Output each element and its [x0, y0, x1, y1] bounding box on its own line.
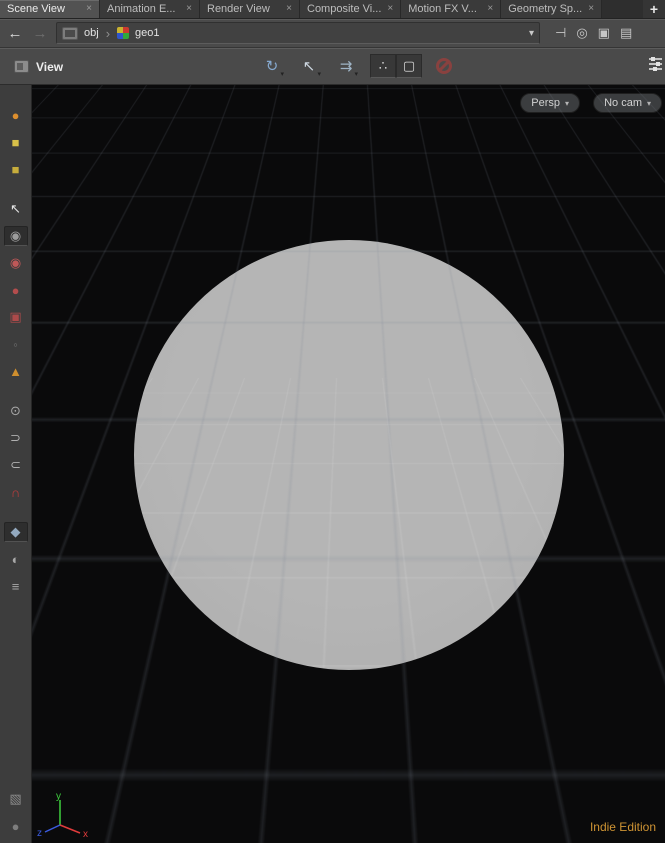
select-arrow-icon[interactable]: ↖ [4, 199, 28, 219]
sphere-geometry[interactable] [134, 240, 564, 670]
viewport-tool-strip: ● ■ ■ ↖ ◉ ◉ ● ▣ ◦ ▲ ⊙ ⊃ ⊂ ∩ ◆ ◐ ≡ ▧ ● [0, 85, 32, 843]
snap-align-tool[interactable]: ⇉ ▾ [332, 54, 360, 78]
path-bar-actions: ⊣ ◎ ▣ ▤ [555, 25, 632, 41]
new-tab-button[interactable]: + [643, 0, 665, 18]
grid-capture-icon[interactable]: ▧ [4, 789, 28, 809]
tab-motion-fx-view[interactable]: Motion FX V... × [401, 0, 502, 18]
display-options-sliders-icon[interactable] [649, 57, 662, 71]
breadcrumb-root[interactable]: obj [84, 27, 99, 39]
close-icon[interactable]: × [487, 4, 493, 14]
close-icon[interactable]: × [286, 4, 292, 14]
camera-menu-button[interactable]: No cam ▾ [593, 93, 662, 113]
tab-label: Animation E... [107, 3, 176, 15]
no-entry-icon[interactable] [436, 58, 452, 74]
chevron-down-icon: ▾ [317, 71, 321, 78]
pose-tool-icon[interactable]: ▲ [4, 361, 28, 381]
tab-label: Render View [207, 3, 270, 15]
axis-y-label: y [56, 791, 61, 802]
snap-align-icon: ⇉ [339, 58, 353, 75]
layers-icon[interactable]: ≡ [4, 576, 28, 596]
frame-display-icon: ▢ [402, 58, 416, 73]
view-toolbar: View ↻ ▾ ↖ ▾ ⇉ ▾ ∴ ▢ [0, 48, 665, 85]
chevron-down-icon: ▾ [354, 71, 358, 78]
chevron-down-icon: ▾ [564, 98, 569, 108]
edition-watermark: Indie Edition [589, 820, 656, 834]
follow-target-icon[interactable]: ◎ [576, 25, 587, 41]
projection-menu-button[interactable]: Persp ▾ [520, 93, 580, 113]
view-tool-group: ↻ ▾ ↖ ▾ ⇉ ▾ [258, 54, 360, 78]
chevron-down-icon: ▾ [646, 98, 651, 108]
tab-geometry-spreadsheet[interactable]: Geometry Sp... × [501, 0, 603, 18]
breadcrumb-separator-icon: › [105, 25, 111, 41]
close-icon[interactable]: × [186, 4, 192, 14]
tab-label: Geometry Sp... [508, 3, 583, 15]
lock-icon[interactable]: ◉ [3, 226, 28, 246]
breadcrumb-node[interactable]: geo1 [135, 27, 159, 39]
hook-b-icon[interactable]: ⊃ [4, 428, 28, 448]
tab-label: Motion FX V... [408, 3, 477, 15]
network-path-field[interactable]: obj › geo1 ▾ [56, 22, 540, 44]
tumble-view-icon: ↻ [265, 58, 279, 75]
select-cursor-icon: ↖ [302, 58, 316, 75]
tab-label: Composite Vi... [307, 3, 382, 15]
hook-a-icon[interactable]: ⊙ [4, 401, 28, 421]
path-dropdown-icon[interactable]: ▾ [529, 28, 534, 39]
obj-network-icon [62, 26, 78, 40]
pin-panel-icon[interactable]: ⊣ [555, 25, 566, 41]
close-icon[interactable]: × [86, 4, 92, 14]
points-display-icon: ∴ [378, 58, 388, 73]
axis-x-label: x [83, 829, 88, 839]
path-bar: ← → obj › geo1 ▾ ⊣ ◎ ▣ ▤ [0, 19, 665, 48]
dim-dot-icon[interactable]: ◦ [4, 334, 28, 354]
toolbar-title: View [36, 59, 64, 74]
tab-render-view[interactable]: Render View × [200, 0, 300, 18]
view-pane-icon [14, 60, 29, 73]
points-display-toggle[interactable]: ∴ [370, 54, 396, 78]
display-toggle-group: ∴ ▢ [370, 54, 422, 78]
pane-tab-bar: Scene View × Animation E... × Render Vie… [0, 0, 665, 19]
scene-viewport[interactable]: Persp ▾ No cam ▾ y x z Indie Edition [32, 85, 665, 843]
red-box-icon[interactable]: ▣ [4, 307, 28, 327]
close-icon[interactable]: × [387, 4, 393, 14]
pane-layout-icon[interactable]: ▤ [620, 25, 632, 41]
yellow-note-icon[interactable]: ■ [4, 132, 28, 152]
panel-link-icon[interactable]: ▣ [598, 25, 610, 41]
hook-c-icon[interactable]: ⊂ [4, 455, 28, 475]
axis-z-label: z [37, 828, 42, 839]
chevron-down-icon: ▾ [280, 71, 284, 78]
tab-label: Scene View [7, 3, 65, 15]
tab-animation-editor[interactable]: Animation E... × [100, 0, 200, 18]
tab-scene-view[interactable]: Scene View × [0, 0, 100, 18]
red-ring-icon[interactable]: ● [4, 280, 28, 300]
tab-composite-view[interactable]: Composite Vi... × [300, 0, 402, 18]
object-select-icon[interactable]: ◉ [4, 253, 28, 273]
yellow-box-icon[interactable]: ■ [4, 159, 28, 179]
display-mode-icon[interactable]: ◆ [3, 522, 28, 542]
axis-gizmo: y x z [37, 791, 88, 839]
orange-ball-icon[interactable]: ● [4, 105, 28, 125]
options-dot-icon[interactable]: ● [4, 816, 28, 836]
magnet-snap-icon[interactable]: ∩ [4, 482, 28, 502]
select-view-tool[interactable]: ↖ ▾ [295, 54, 323, 78]
tumble-view-tool[interactable]: ↻ ▾ [258, 54, 286, 78]
back-arrow-icon[interactable]: ← [6, 25, 24, 42]
frame-display-toggle[interactable]: ▢ [396, 54, 422, 78]
globe-icon[interactable]: ◐ [4, 549, 28, 569]
close-icon[interactable]: × [588, 4, 594, 14]
forward-arrow-icon[interactable]: → [31, 25, 49, 42]
geometry-node-icon [117, 27, 130, 39]
